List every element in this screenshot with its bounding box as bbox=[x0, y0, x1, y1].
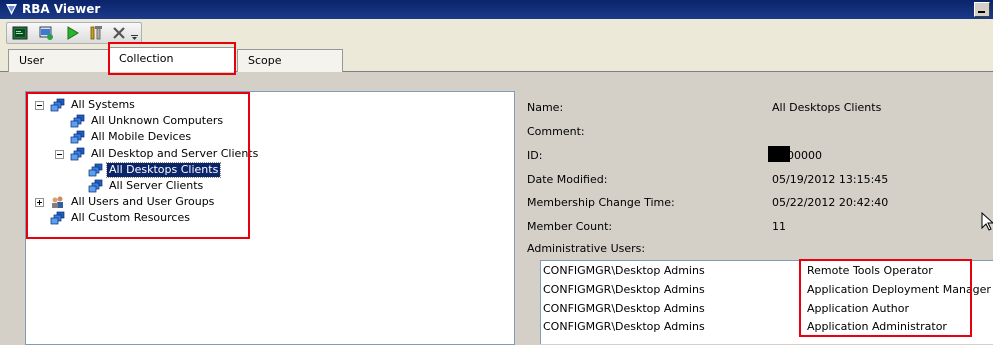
admin-user-cell: CONFIGMGR\Desktop Admins bbox=[543, 283, 705, 296]
tree-node-label: All Custom Resources bbox=[71, 211, 190, 224]
tree-node-all-mobile-devices[interactable]: All Mobile Devices bbox=[70, 129, 193, 145]
users-icon bbox=[52, 196, 63, 208]
administrative-users-label: Administrative Users: bbox=[527, 242, 646, 255]
window-title: RBA Viewer bbox=[22, 2, 101, 16]
toolbar-overflow-icon[interactable] bbox=[131, 35, 138, 41]
toolbar-strip bbox=[6, 22, 142, 44]
admin-role-cell: Application Author bbox=[807, 302, 909, 315]
date-modified-value: 05/19/2012 13:15:45 bbox=[772, 173, 889, 186]
minimize-button[interactable] bbox=[974, 2, 990, 17]
admin-user-cell: CONFIGMGR\Desktop Admins bbox=[543, 264, 705, 277]
run-icon[interactable] bbox=[64, 25, 80, 41]
tab-collection-summary[interactable]: Collection Summary bbox=[108, 47, 235, 86]
tree-node-label: All Systems bbox=[71, 98, 135, 111]
collapse-icon[interactable] bbox=[55, 149, 64, 159]
tree-node-label: All Unknown Computers bbox=[91, 114, 224, 127]
admin-role-cell: Remote Tools Operator bbox=[807, 264, 933, 277]
tree-node-label: All Desktops Clients bbox=[105, 162, 222, 178]
tree-node-all-desktop-and-server-clients[interactable]: All Desktop and Server Clients bbox=[55, 146, 260, 162]
mouse-cursor-icon bbox=[981, 212, 993, 231]
tree-node-label: All Server Clients bbox=[109, 179, 204, 192]
toolbar bbox=[0, 19, 993, 45]
admin-user-cell: CONFIGMGR\Desktop Admins bbox=[543, 320, 705, 333]
tree-node-label: All Desktop and Server Clients bbox=[91, 147, 259, 160]
collection-icon bbox=[88, 179, 103, 193]
collapse-icon[interactable] bbox=[35, 100, 44, 110]
admin-role-cell: Application Deployment Manager bbox=[807, 283, 991, 296]
collection-icon bbox=[70, 114, 85, 128]
id-label: ID: bbox=[527, 149, 543, 162]
tree-node-label: All Users and User Groups bbox=[71, 195, 215, 208]
name-label: Name: bbox=[527, 101, 564, 114]
delete-icon[interactable] bbox=[111, 25, 127, 41]
tools-icon[interactable] bbox=[88, 25, 104, 41]
tab-user-summary[interactable]: User Summary bbox=[8, 49, 110, 88]
collection-icon bbox=[50, 98, 65, 112]
tab-bar: User Summary Collection Summary Scope Su… bbox=[0, 45, 993, 88]
expand-icon[interactable] bbox=[35, 197, 44, 207]
id-value: 00000 bbox=[787, 149, 822, 162]
membership-change-value: 05/22/2012 20:42:40 bbox=[772, 196, 889, 209]
refresh-icon[interactable] bbox=[38, 25, 54, 41]
date-modified-label: Date Modified: bbox=[527, 173, 608, 186]
redaction-block bbox=[768, 146, 790, 162]
tree-node-all-systems[interactable]: All Systems bbox=[35, 97, 137, 113]
tree-node-all-desktops-clients[interactable]: All Desktops Clients bbox=[88, 162, 222, 178]
collection-icon bbox=[70, 130, 85, 144]
collection-icon bbox=[70, 147, 85, 161]
tree-node-all-server-clients[interactable]: All Server Clients bbox=[88, 178, 205, 194]
tree-node-label: All Mobile Devices bbox=[91, 130, 192, 143]
app-icon bbox=[6, 4, 17, 15]
admin-role-cell: Application Administrator bbox=[807, 320, 947, 333]
membership-change-label: Membership Change Time: bbox=[527, 196, 675, 209]
collection-icon bbox=[50, 211, 65, 225]
tab-scope-summary[interactable]: Scope Summary bbox=[237, 49, 343, 88]
member-count-label: Member Count: bbox=[527, 220, 613, 233]
member-count-value: 11 bbox=[772, 220, 786, 233]
tree-node-all-custom-resources[interactable]: All Custom Resources bbox=[50, 210, 192, 226]
console-icon[interactable] bbox=[12, 25, 28, 41]
collection-icon bbox=[88, 163, 103, 177]
comment-label: Comment: bbox=[527, 125, 585, 138]
admin-user-cell: CONFIGMGR\Desktop Admins bbox=[543, 302, 705, 315]
title-bar: RBA Viewer bbox=[0, 0, 993, 19]
name-value: All Desktops Clients bbox=[772, 101, 882, 114]
collection-tree[interactable]: All Systems All Unknown Computers All Mo… bbox=[25, 91, 515, 345]
tree-node-all-unknown-computers[interactable]: All Unknown Computers bbox=[70, 113, 225, 129]
tree-node-all-users-and-user-groups[interactable]: All Users and User Groups bbox=[35, 194, 216, 210]
